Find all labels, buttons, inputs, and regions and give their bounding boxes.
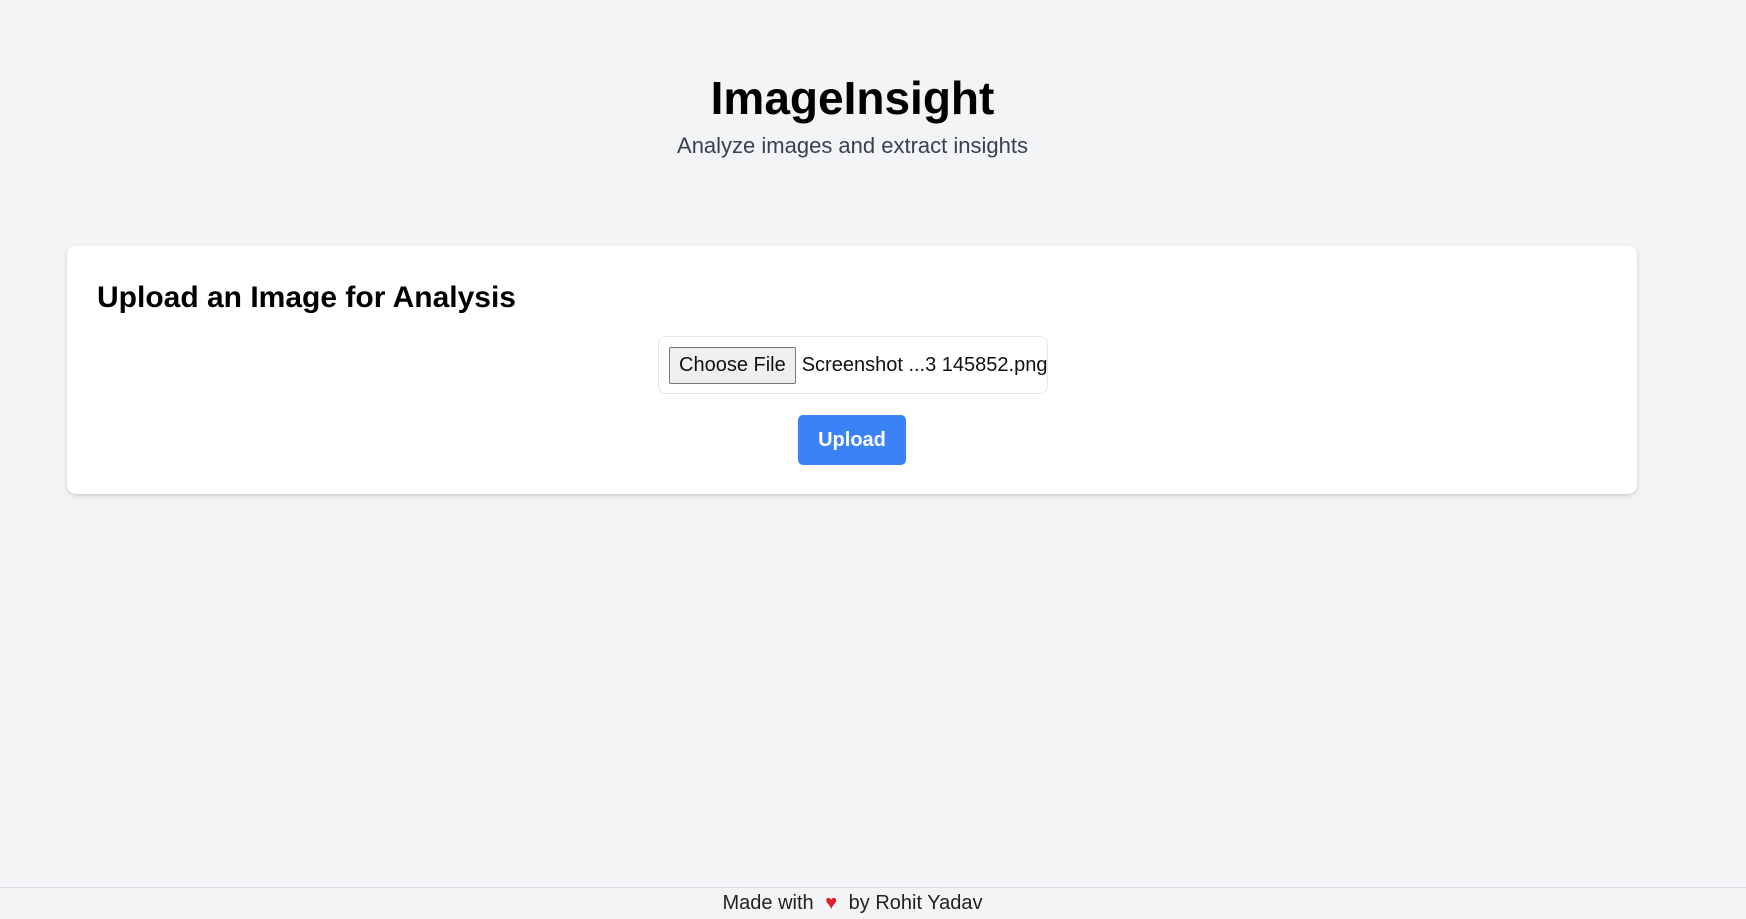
footer: Made with ♥ by Rohit Yadav — [0, 887, 1746, 919]
footer-author: by Rohit Yadav — [848, 892, 983, 914]
selected-file-name: Screenshot ...3 145852.png — [801, 353, 1048, 376]
page-header: ImageInsight Analyze images and extract … — [0, 70, 1705, 160]
page-subtitle: Analyze images and extract insights — [677, 133, 1028, 158]
upload-card: Upload an Image for Analysis Choose File… — [67, 246, 1637, 494]
footer-made-with: Made with — [722, 892, 814, 914]
heart-icon: ♥ — [825, 892, 838, 914]
upload-card-title: Upload an Image for Analysis — [97, 281, 516, 314]
page-title: ImageInsight — [710, 72, 995, 124]
footer-credit: Made with ♥ by Rohit Yadav — [0, 891, 1705, 915]
upload-button[interactable]: Upload — [798, 415, 906, 465]
file-input[interactable]: Choose File Screenshot ...3 145852.png — [658, 336, 1048, 394]
choose-file-button[interactable]: Choose File — [669, 346, 796, 384]
